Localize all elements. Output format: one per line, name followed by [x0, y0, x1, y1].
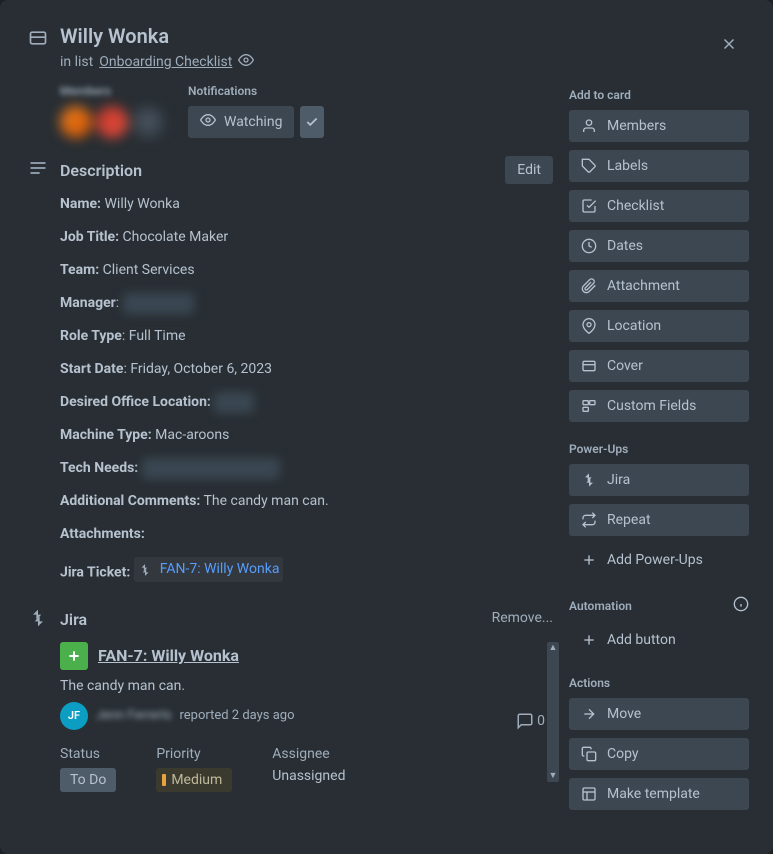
card-dialog: Willy Wonka in list Onboarding Checklist…	[0, 0, 773, 854]
location-button[interactable]: Location	[569, 310, 749, 342]
move-button[interactable]: Move	[569, 698, 749, 730]
eye-icon	[200, 112, 216, 132]
reporter-avatar[interactable]: JF	[60, 702, 88, 730]
card-subtitle: in list Onboarding Checklist	[60, 52, 254, 72]
jira-issue-desc: The candy man can.	[60, 678, 553, 694]
card-icon	[28, 28, 48, 52]
notifications-section: Notifications Watching	[188, 84, 324, 138]
description-header: Description Edit	[28, 158, 553, 182]
member-avatar[interactable]	[60, 106, 92, 138]
card-header: Willy Wonka in list Onboarding Checklist	[16, 16, 757, 76]
assignee-value[interactable]: Unassigned	[272, 768, 345, 784]
members-button[interactable]: Members	[569, 110, 749, 142]
member-avatar[interactable]	[96, 106, 128, 138]
reporter-name: Jenn Ferrerls	[96, 708, 171, 723]
jira-ticket-link[interactable]: FAN-7: Willy Wonka	[134, 557, 284, 582]
attachment-button[interactable]: Attachment	[569, 270, 749, 302]
edit-button[interactable]: Edit	[505, 156, 553, 184]
description-icon	[28, 158, 48, 182]
eye-icon	[238, 52, 254, 72]
main-column: Members + Notifications Wat	[28, 84, 569, 830]
priority-pill[interactable]: Medium	[156, 768, 232, 792]
make-template-button[interactable]: Make template	[569, 778, 749, 810]
powerup-jira-button[interactable]: Jira	[569, 464, 749, 496]
powerup-repeat-button[interactable]: Repeat	[569, 504, 749, 536]
add-member-button[interactable]: +	[132, 106, 164, 138]
copy-button[interactable]: Copy	[569, 738, 749, 770]
card-title[interactable]: Willy Wonka	[60, 24, 254, 48]
jira-issue-title[interactable]: FAN-7: Willy Wonka	[98, 646, 239, 665]
status-pill[interactable]: To Do	[60, 768, 116, 792]
info-icon[interactable]	[733, 596, 749, 616]
watching-check[interactable]	[300, 106, 324, 138]
jira-issue-type-icon	[60, 642, 88, 670]
labels-button[interactable]: Labels	[569, 150, 749, 182]
comment-count[interactable]: 0	[516, 712, 545, 730]
jira-icon	[138, 563, 152, 577]
watching-button[interactable]: Watching	[188, 106, 294, 138]
add-powerups-button[interactable]: Add Power-Ups	[569, 544, 749, 576]
description-content[interactable]: Name: Willy Wonka Job Title: Chocolate M…	[28, 194, 553, 584]
jira-section: Jira Remove... ▲ ▼ FAN-7: Willy Wonka Th	[28, 608, 553, 792]
members-section: Members +	[60, 84, 164, 138]
priority-icon	[162, 774, 166, 786]
scrollbar[interactable]: ▲ ▼	[547, 642, 559, 782]
jira-icon	[28, 608, 48, 632]
close-button[interactable]	[713, 28, 745, 60]
add-automation-button[interactable]: Add button	[569, 624, 749, 656]
jira-card: ▲ ▼ FAN-7: Willy Wonka The candy man can…	[28, 642, 553, 792]
custom-fields-button[interactable]: Custom Fields	[569, 390, 749, 422]
list-link[interactable]: Onboarding Checklist	[99, 54, 232, 70]
sidebar: Add to card Members Labels Checklist Dat…	[569, 84, 749, 830]
dates-button[interactable]: Dates	[569, 230, 749, 262]
jira-remove-button[interactable]: Remove...	[492, 610, 553, 626]
checklist-button[interactable]: Checklist	[569, 190, 749, 222]
cover-button[interactable]: Cover	[569, 350, 749, 382]
